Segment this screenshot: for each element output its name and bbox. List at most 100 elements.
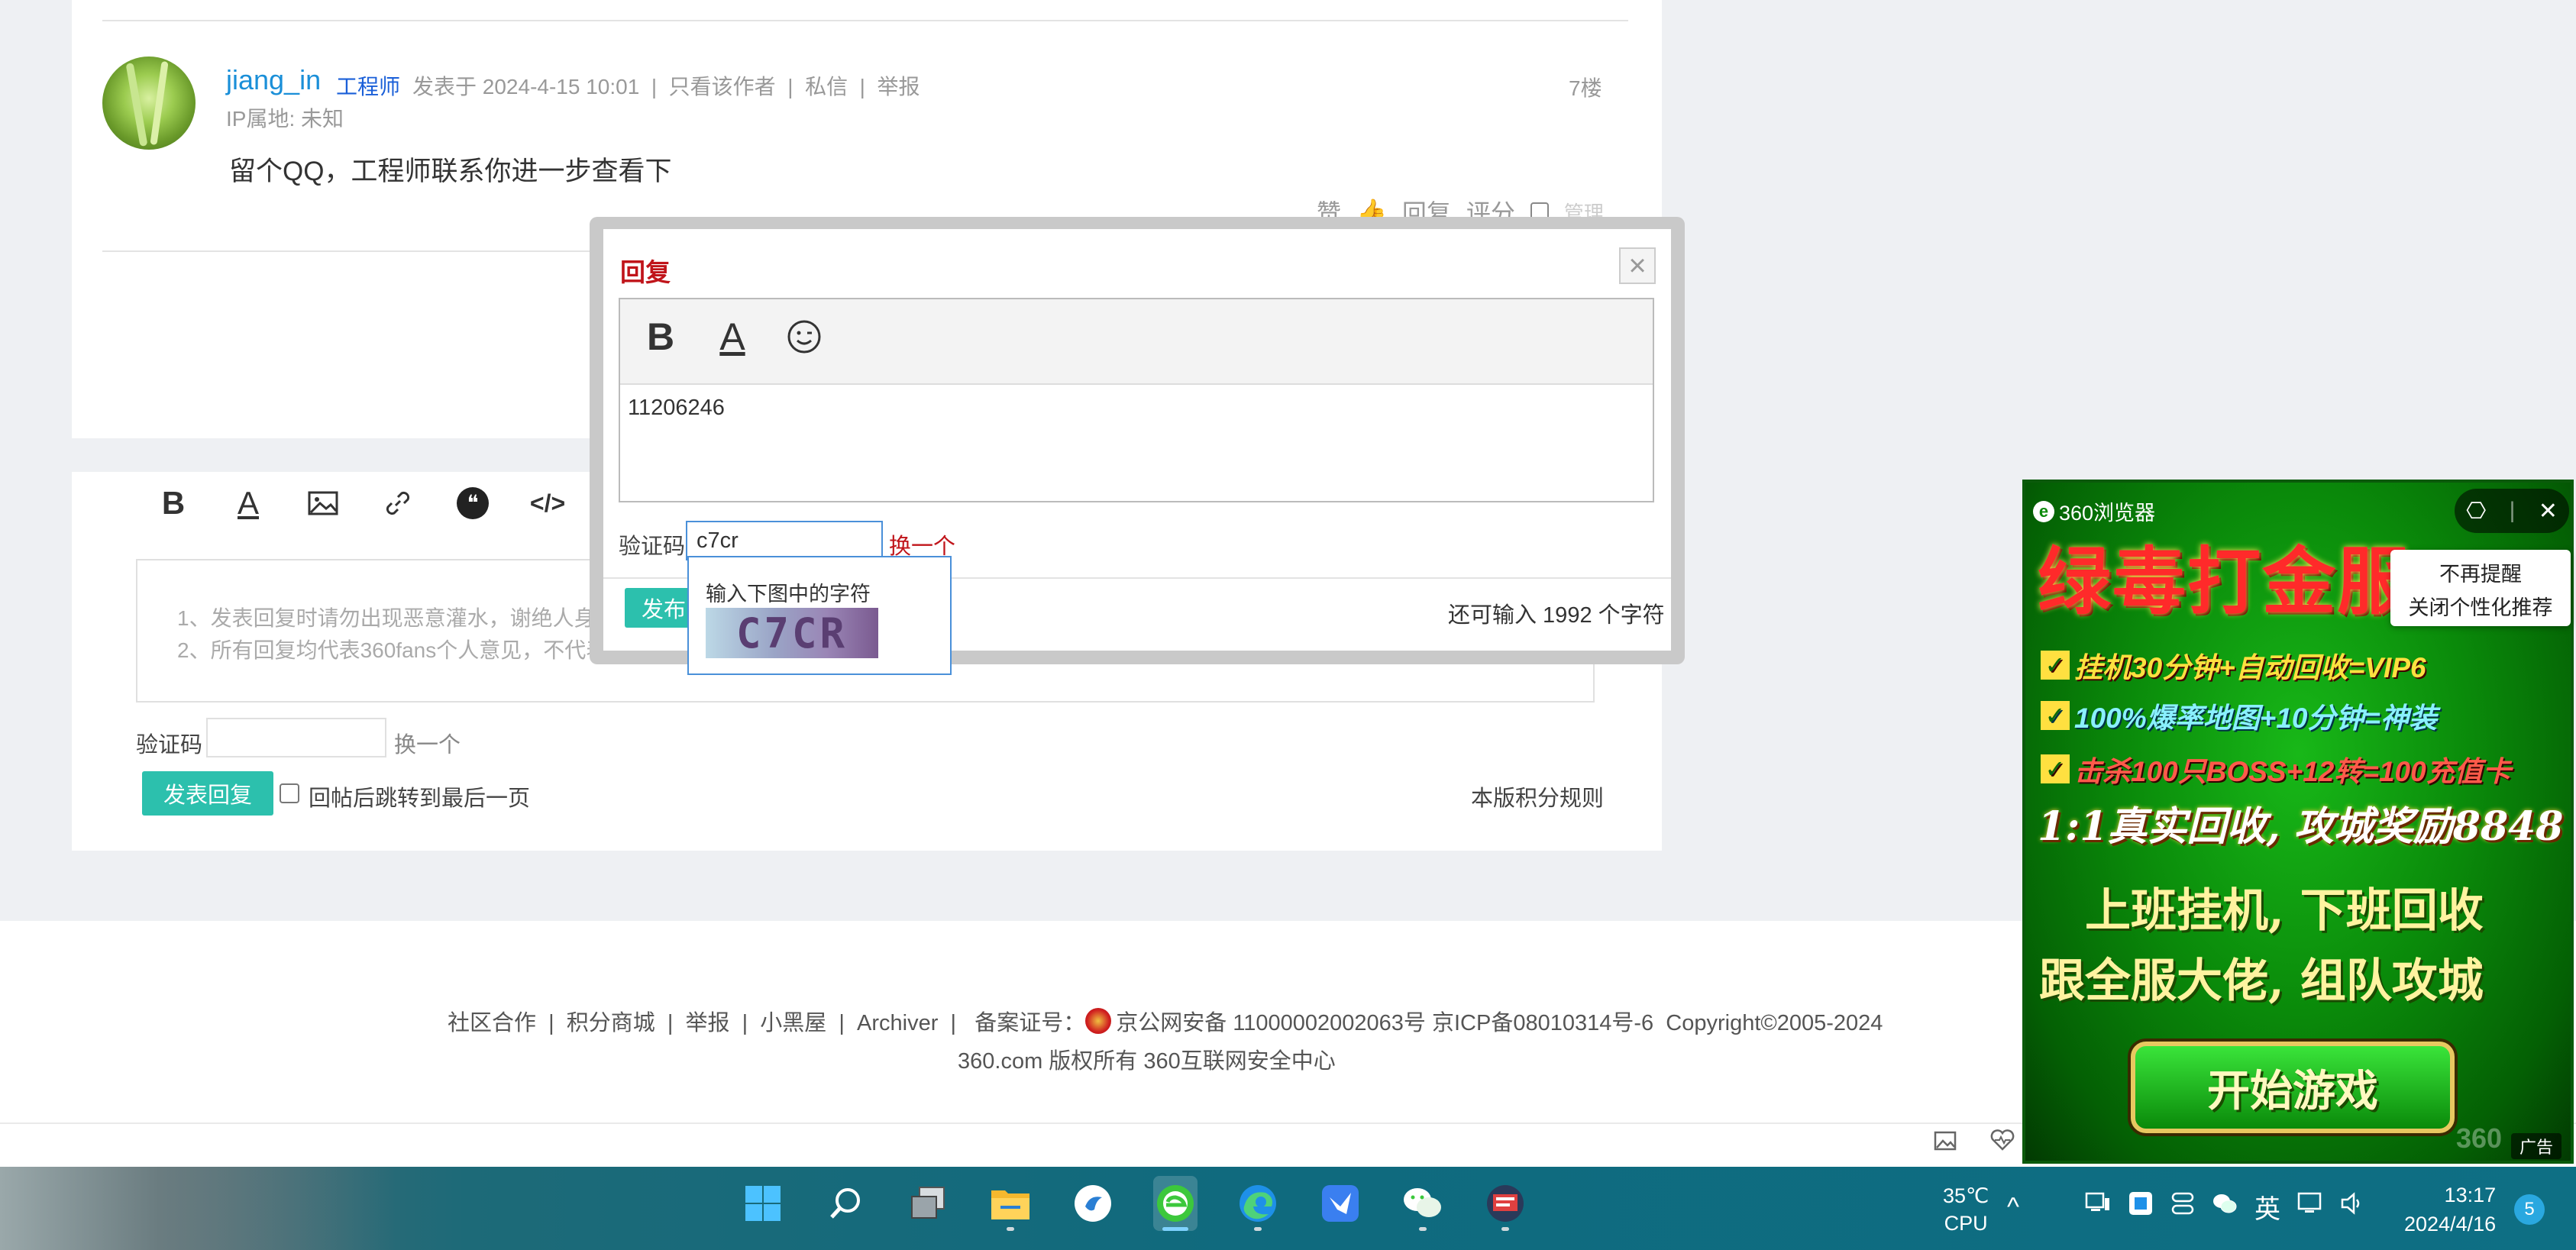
notification-badge[interactable]: 5 bbox=[2514, 1194, 2545, 1225]
image-icon[interactable] bbox=[305, 486, 341, 521]
modal-title: 回复 bbox=[620, 258, 671, 286]
ad-play-button[interactable]: 开始游戏 bbox=[2131, 1042, 2455, 1133]
captcha-hint: 输入下图中的字符 bbox=[706, 583, 871, 606]
jump-last-page-checkbox[interactable] bbox=[280, 783, 299, 803]
ime-indicator[interactable]: 英 bbox=[2254, 1188, 2280, 1226]
edge-icon[interactable] bbox=[1236, 1176, 1280, 1231]
network-icon[interactable] bbox=[2297, 1192, 2323, 1222]
wechat-icon[interactable] bbox=[1401, 1176, 1445, 1231]
avatar[interactable] bbox=[102, 57, 196, 150]
reply-rule: 1、发表回复时请勿出现恶意灌水，谢绝人身攻 bbox=[177, 606, 617, 630]
captcha-label: 验证码 bbox=[619, 535, 686, 559]
captcha-image[interactable]: C7CR bbox=[706, 608, 878, 658]
running-indicator bbox=[1007, 1227, 1014, 1231]
ad-feature-text: 100%爆率地图+10分钟=神装 bbox=[2074, 703, 2438, 734]
check-icon: ✓ bbox=[2041, 701, 2070, 730]
health-icon[interactable] bbox=[1990, 1129, 2015, 1157]
ad-menu-disable-personalized[interactable]: 关闭个性化推荐 bbox=[2390, 591, 2571, 621]
taskbar-apps bbox=[741, 1176, 1527, 1231]
author-name-link[interactable]: jiang_in bbox=[226, 64, 321, 96]
task-view-icon[interactable] bbox=[906, 1176, 950, 1231]
weather-widget[interactable]: 35℃ CPU bbox=[1943, 1182, 1989, 1237]
ad-feature-highlight: 1:1真实回收, 攻城奖励8848 bbox=[2038, 803, 2564, 850]
settings-icon[interactable]: ⎔ bbox=[2466, 498, 2486, 525]
windows-start-icon[interactable] bbox=[741, 1176, 785, 1231]
bold-icon[interactable]: B bbox=[156, 485, 191, 521]
footer-links: 社区合作 | 积分商城 | 举报 | 小黑屋 | Archiver | 备案证号… bbox=[448, 1005, 1883, 1037]
status-icons bbox=[1934, 1129, 2015, 1157]
submit-reply-button[interactable]: 发表回复 bbox=[142, 771, 273, 816]
ad-feature: ✓ 挂机30分钟+自动回收=VIP6 bbox=[2041, 644, 2426, 686]
ad-feature: ✓ 100%爆率地图+10分钟=神装 bbox=[2041, 695, 2437, 736]
jump-last-page-label[interactable]: 回帖后跳转到最后一页 bbox=[309, 780, 530, 812]
modal-tools: B A bbox=[642, 313, 823, 360]
captcha-label: 验证码 bbox=[136, 733, 203, 757]
ad-controls: ⎔ | ✕ bbox=[2455, 489, 2569, 533]
modal-captcha-input[interactable] bbox=[686, 521, 883, 560]
clock[interactable]: 13:17 2024/4/16 bbox=[2404, 1181, 2496, 1239]
terminal-icon[interactable] bbox=[1483, 1176, 1527, 1231]
file-explorer-icon[interactable] bbox=[988, 1176, 1033, 1231]
device-icon[interactable] bbox=[2085, 1192, 2111, 1222]
floor-number: 7楼 bbox=[1569, 76, 1602, 100]
close-icon[interactable]: ✕ bbox=[2539, 498, 2558, 525]
separator: | bbox=[2509, 498, 2516, 523]
font-color-icon[interactable]: A bbox=[713, 313, 751, 360]
divider bbox=[102, 20, 1628, 21]
check-icon: ✓ bbox=[2041, 651, 2070, 680]
image-icon[interactable] bbox=[1934, 1129, 1957, 1157]
taskbar-wallpaper bbox=[0, 1167, 397, 1250]
footer-links-text[interactable]: 社区合作 | 积分商城 | 举报 | 小黑屋 | Archiver | 备案证号… bbox=[448, 1005, 1085, 1037]
ad-slogan: 跟全服大佬, 组队攻城 bbox=[2039, 954, 2484, 1008]
editor-toolbar: B A ❝ </> bbox=[156, 485, 565, 521]
font-color-icon[interactable]: A bbox=[231, 485, 266, 521]
running-indicator bbox=[1162, 1227, 1188, 1231]
ad-headline: 绿毒打金服 bbox=[2038, 538, 2412, 625]
ad-menu-dismiss[interactable]: 不再提醒 bbox=[2390, 557, 2571, 587]
ad-slogan: 上班挂机, 下班回收 bbox=[2085, 884, 2484, 938]
quote-icon[interactable]: ❝ bbox=[455, 486, 490, 521]
ad-feature: ✓ 击杀100只BOSS+12转=100充值卡 bbox=[2041, 748, 2511, 790]
search-icon[interactable] bbox=[823, 1176, 868, 1231]
close-icon[interactable]: × bbox=[1619, 247, 1656, 284]
remaining-chars: 还可输入 1992 个字符 bbox=[1448, 603, 1665, 628]
ad-feature-text: 击杀100只BOSS+12转=100充值卡 bbox=[2074, 756, 2511, 787]
chevron-up-icon[interactable]: ^ bbox=[2007, 1193, 2019, 1223]
cpu-label: CPU bbox=[1944, 1212, 1988, 1235]
bold-icon[interactable]: B bbox=[642, 313, 680, 360]
captcha-input[interactable] bbox=[206, 718, 386, 757]
emoji-icon[interactable] bbox=[785, 313, 823, 360]
check-icon: ✓ bbox=[2041, 754, 2070, 783]
code-icon[interactable]: </> bbox=[530, 486, 565, 521]
control-icon[interactable] bbox=[2170, 1191, 2195, 1223]
running-indicator bbox=[1419, 1227, 1427, 1231]
ad-menu: 不再提醒 关闭个性化推荐 bbox=[2390, 550, 2571, 626]
running-indicator bbox=[1501, 1227, 1509, 1231]
captcha-change-link[interactable]: 换一个 bbox=[394, 727, 461, 759]
link-icon[interactable] bbox=[380, 486, 415, 521]
ad-tag: 广告 bbox=[2511, 1133, 2561, 1159]
wechat-tray-icon[interactable] bbox=[2212, 1192, 2238, 1222]
360-browser-icon[interactable] bbox=[1153, 1176, 1198, 1231]
clock-date: 2024/4/16 bbox=[2404, 1213, 2497, 1235]
running-indicator bbox=[1254, 1227, 1262, 1231]
feishu-icon[interactable] bbox=[1318, 1176, 1362, 1231]
score-rules-link[interactable]: 本版积分规则 bbox=[1471, 780, 1604, 812]
footer-copyright: 360.com 版权所有 360互联网安全中心 bbox=[958, 1049, 1336, 1074]
svg-text:❝: ❝ bbox=[467, 490, 478, 515]
browser-logo-icon: e bbox=[2033, 500, 2054, 522]
volume-icon[interactable] bbox=[2340, 1192, 2364, 1222]
police-badge-icon bbox=[1085, 1008, 1112, 1034]
ad-watermark: 360 bbox=[2456, 1122, 2503, 1154]
author-role-badge: 工程师 bbox=[336, 75, 401, 99]
cpu-temp: 35℃ bbox=[1943, 1184, 1989, 1207]
post-meta[interactable]: 发表于 2024-4-15 10:01 | 只看该作者 | 私信 | 举报 bbox=[412, 70, 920, 101]
footer-icp[interactable]: 京公网安备 11000002002063号 京ICP备08010314号-6 C… bbox=[1116, 1005, 1883, 1037]
store-icon[interactable] bbox=[2128, 1190, 2154, 1223]
post-content: 留个QQ，工程师联系你进一步查看下 bbox=[229, 157, 672, 186]
ad-feature-text: 挂机30分钟+自动回收=VIP6 bbox=[2074, 652, 2426, 683]
modal-text-content: 11206246 bbox=[628, 396, 725, 420]
reply-rule: 2、所有回复均代表360fans个人意见，不代表 bbox=[177, 638, 608, 662]
app-circle-icon[interactable] bbox=[1071, 1176, 1115, 1231]
ip-location: IP属地: 未知 bbox=[226, 107, 344, 131]
